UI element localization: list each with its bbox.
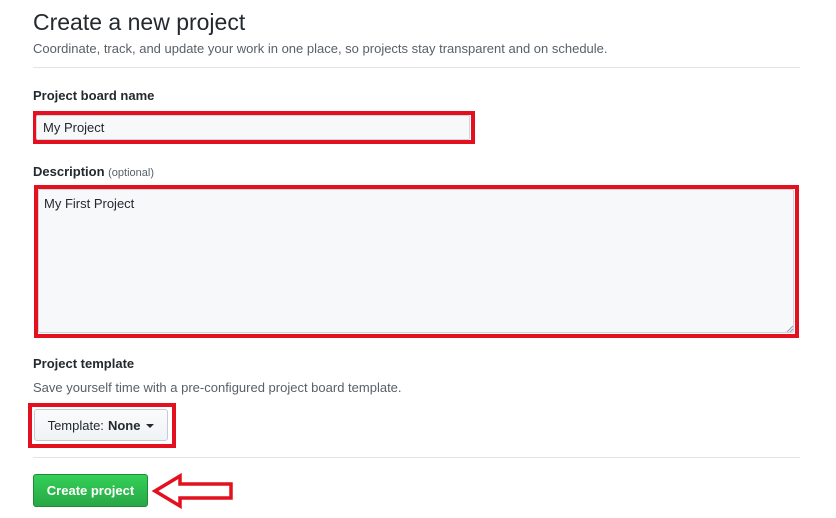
project-name-input[interactable] bbox=[36, 115, 470, 140]
project-template-hint: Save yourself time with a pre-configured… bbox=[33, 380, 402, 395]
header-divider bbox=[33, 67, 800, 68]
description-textarea[interactable]: My First Project bbox=[38, 189, 794, 333]
footer-divider bbox=[33, 457, 800, 458]
template-select-button[interactable]: Template: None bbox=[34, 409, 168, 441]
template-button-prefix: Template: bbox=[47, 417, 104, 433]
caret-down-icon bbox=[146, 423, 155, 428]
left-arrow-icon bbox=[152, 472, 233, 510]
create-project-button[interactable]: Create project bbox=[33, 474, 148, 507]
page-subtitle: Coordinate, track, and update your work … bbox=[33, 41, 608, 56]
description-optional-hint: (optional) bbox=[108, 167, 154, 179]
template-button-value: None bbox=[107, 417, 141, 433]
project-template-label: Project template bbox=[33, 356, 135, 371]
page-title: Create a new project bbox=[33, 9, 246, 35]
resize-grip-icon[interactable] bbox=[786, 325, 793, 332]
description-label-text: Description bbox=[33, 164, 105, 179]
description-label: Description (optional) bbox=[33, 163, 154, 182]
project-name-label: Project board name bbox=[33, 88, 155, 103]
